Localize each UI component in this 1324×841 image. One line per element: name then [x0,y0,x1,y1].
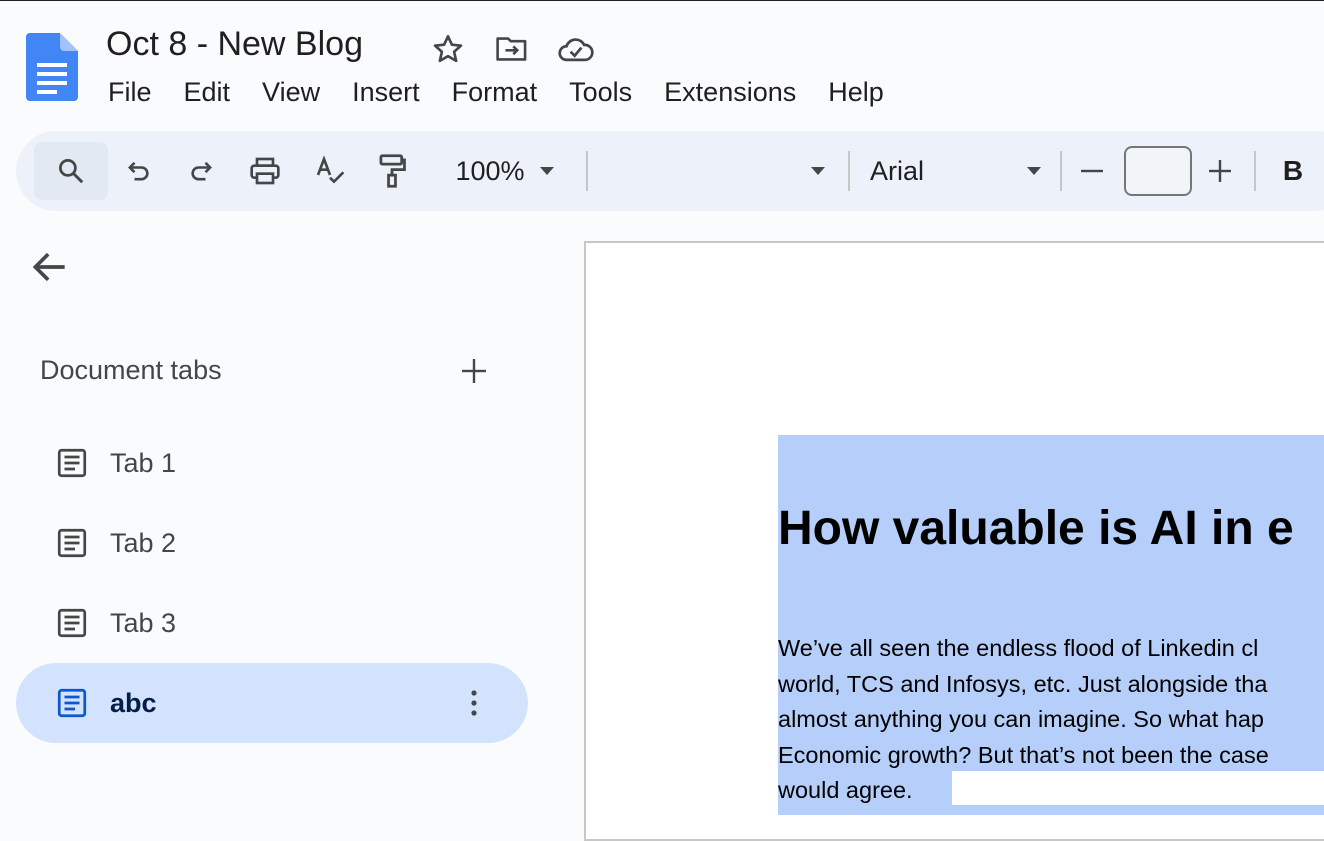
menu-edit[interactable]: Edit [168,75,247,110]
toolbar-divider [1060,151,1062,191]
menu-help[interactable]: Help [812,75,900,110]
menu-file[interactable]: File [92,75,168,110]
search-icon [59,159,84,184]
toolbar-divider [1254,151,1256,191]
back-arrow-icon[interactable] [28,245,72,289]
paragraph-line: would agree. [778,777,913,803]
undo-button[interactable] [118,131,158,211]
bold-label: B [1282,155,1304,186]
tab-label: abc [110,687,157,718]
toolbar: 100% Arial B [16,131,1324,211]
document-tabs-heading: Document tabs [40,355,222,385]
decrease-font-size-button[interactable] [1076,131,1108,211]
menu-view[interactable]: View [246,75,336,110]
toolbar-divider [586,151,588,191]
add-tab-button[interactable] [454,351,494,391]
increase-font-size-button[interactable] [1204,131,1236,211]
star-icon[interactable] [426,29,470,69]
menu-insert[interactable]: Insert [336,75,436,110]
chevron-down-icon [811,167,825,175]
print-icon [250,157,280,185]
tab-label: Tab 1 [110,447,177,478]
zoom-value: 100% [455,155,525,186]
document-icon [57,448,87,478]
menu-format[interactable]: Format [436,75,554,110]
redo-icon [191,161,212,181]
chevron-down-icon [1027,167,1041,175]
document-heading[interactable]: How valuable is AI in e [778,501,1294,556]
sidebar-tab-2[interactable]: Tab 2 [16,503,528,583]
redo-button[interactable] [182,131,222,211]
paragraph-line: world, TCS and Infosys, etc. Just alongs… [778,670,1268,697]
menu-bar: File Edit View Insert Format Tools Exten… [92,75,900,110]
toolbar-divider [848,151,850,191]
tab-label: Tab 3 [110,607,177,638]
font-dropdown[interactable]: Arial [870,131,1046,211]
paint-format-button[interactable] [372,131,412,211]
paragraph-line: almost anything you can imagine. So what… [778,706,1264,732]
font-value: Arial [870,155,925,186]
chevron-down-icon [539,167,554,175]
move-to-folder-icon[interactable] [490,29,534,69]
search-menus-button[interactable] [34,142,108,200]
sidebar-tab-abc[interactable]: abc [16,663,528,743]
zoom-dropdown[interactable]: 100% [440,131,570,211]
cloud-saved-icon[interactable] [554,29,598,69]
paint-format-icon [379,154,406,188]
print-button[interactable] [244,131,286,211]
menu-tools[interactable]: Tools [553,75,648,110]
document-icon [57,608,87,638]
spellcheck-icon [316,155,345,184]
document-paragraph[interactable]: We’ve all seen the endless flood of Link… [778,631,1324,809]
title-actions [426,29,598,69]
menu-extensions[interactable]: Extensions [648,75,812,110]
spellcheck-button[interactable] [310,131,350,211]
document-title[interactable]: Oct 8 - New Blog [106,25,363,64]
document-icon [57,688,87,718]
undo-icon [128,161,149,181]
document-icon [57,528,87,558]
style-dropdown[interactable] [606,131,836,211]
minus-icon [1081,169,1103,173]
sidebar-tab-3[interactable]: Tab 3 [16,583,528,663]
plus-icon [1209,160,1231,182]
font-size-input[interactable] [1124,146,1192,196]
paragraph-line: Economic growth? But that’s not been the… [778,741,1269,768]
sidebar-tab-1[interactable]: Tab 1 [16,423,528,503]
more-options-icon[interactable] [456,683,492,723]
plus-icon [462,359,486,383]
docs-logo-icon[interactable] [26,33,78,101]
bold-button[interactable]: B [1276,131,1310,211]
paragraph-line: We’ve all seen the endless flood of Link… [778,635,1259,661]
tab-label: Tab 2 [110,527,177,558]
